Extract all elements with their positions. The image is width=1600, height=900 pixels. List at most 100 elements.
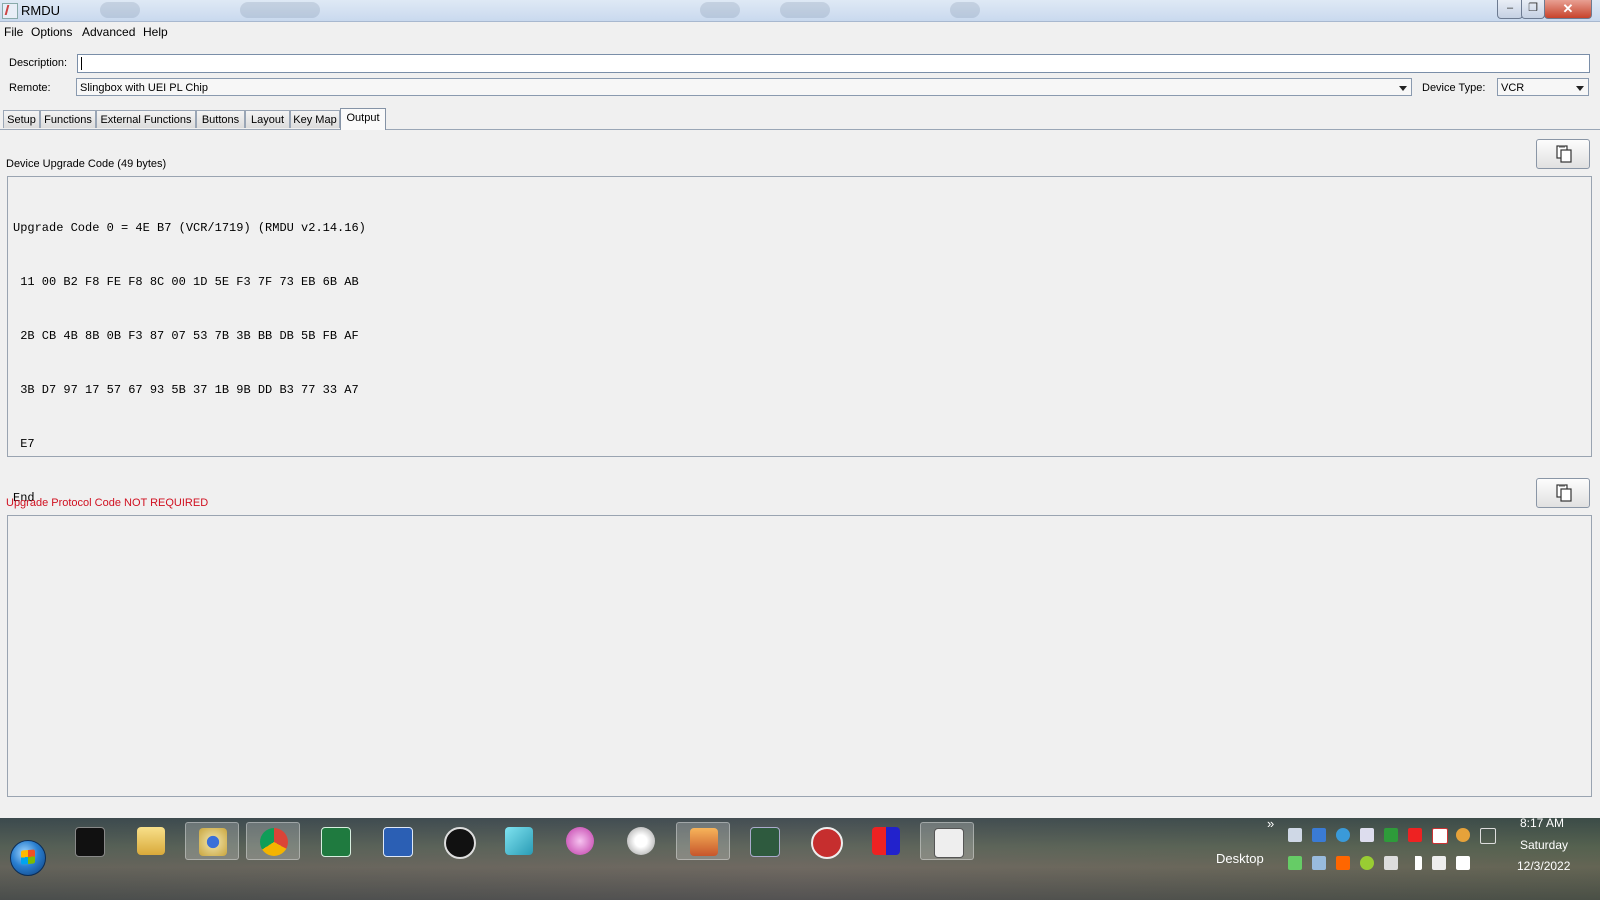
crown-icon (690, 828, 718, 856)
desktop-toolbar-label[interactable]: Desktop (1216, 851, 1264, 866)
tab-key-map[interactable]: Key Map (290, 110, 340, 128)
cmd-icon (75, 827, 105, 857)
excel-icon (321, 827, 351, 857)
taskbar-rmdu[interactable] (920, 822, 974, 860)
minimize-button[interactable]: – (1497, 0, 1523, 19)
tab-buttons[interactable]: Buttons (196, 110, 245, 128)
taskbar: Desktop » 8:17 AM Saturday 12/3/2022 (0, 816, 1600, 900)
copy-icon (1556, 484, 1572, 502)
tab-external-functions[interactable]: External Functions (96, 110, 196, 128)
chevron-down-icon (1576, 86, 1584, 91)
calendar-icon[interactable] (1432, 828, 1448, 844)
code-line: End (13, 491, 35, 505)
tab-setup[interactable]: Setup (3, 110, 40, 128)
copy-icon (1556, 145, 1572, 163)
tray-overflow-icon[interactable]: » (1267, 816, 1274, 831)
flag-icon[interactable] (1456, 856, 1470, 870)
code-line: E7 (13, 437, 35, 451)
dropbox-icon[interactable] (1288, 828, 1302, 842)
printer-icon[interactable] (1312, 856, 1326, 870)
remote-select[interactable]: Slingbox with UEI PL Chip (76, 78, 1412, 96)
monitor-icon (750, 827, 780, 857)
volume-muted-icon[interactable] (1432, 856, 1446, 870)
taskbar-boxes-app[interactable] (859, 822, 913, 860)
code-line: 3B D7 97 17 57 67 93 5B 37 1B 9B DD B3 7… (13, 383, 359, 397)
signal-icon[interactable] (1408, 856, 1422, 870)
close-button[interactable]: ✕ (1544, 0, 1592, 19)
rmdu-icon (934, 828, 964, 858)
word-icon (383, 827, 413, 857)
orange-square-icon[interactable] (1336, 856, 1350, 870)
window-title: RMDU (21, 3, 60, 18)
upgrade-code-text: Upgrade Code 0 = 4E B7 (VCR/1719) (RMDU … (8, 177, 1591, 543)
description-input[interactable] (77, 54, 1590, 73)
upgrade-code-label: Device Upgrade Code (49 bytes) (6, 158, 167, 170)
code-line: Upgrade Code 0 = 4E B7 (VCR/1719) (RMDU … (13, 221, 366, 235)
blur-decoration (780, 2, 830, 18)
app-icon (2, 3, 18, 19)
device-type-select[interactable]: VCR (1497, 78, 1589, 96)
menu-bar: File Options Advanced Help (0, 22, 1600, 41)
taskbar-explorer[interactable] (124, 822, 178, 860)
tab-functions[interactable]: Functions (40, 110, 96, 128)
protocol-code-textarea[interactable] (7, 515, 1592, 797)
taskbar-search-app[interactable] (553, 822, 607, 860)
usb-icon[interactable] (1384, 856, 1398, 870)
tab-output[interactable]: Output (340, 108, 386, 130)
device-type-select-value: VCR (1501, 82, 1525, 94)
protocol-code-label: Upgrade Protocol Code NOT REQUIRED (6, 497, 209, 509)
k-app-icon[interactable] (1408, 828, 1422, 842)
display-icon[interactable] (1360, 828, 1374, 842)
shield-icon[interactable] (1288, 856, 1302, 870)
device-type-label: Device Type: (1422, 82, 1486, 94)
orange-app-icon[interactable] (1456, 828, 1470, 842)
magnifier-icon (566, 827, 594, 855)
plus-icon[interactable] (1480, 828, 1496, 844)
blur-decoration (700, 2, 740, 18)
remote-select-value: Slingbox with UEI PL Chip (80, 82, 208, 94)
chevron-down-icon (1399, 86, 1407, 91)
maximize-button[interactable]: ❐ (1521, 0, 1545, 19)
clock-time[interactable]: 8:17 AM (1520, 816, 1564, 830)
copy-upgrade-code-button[interactable] (1536, 139, 1590, 169)
taskbar-camera[interactable] (185, 822, 239, 860)
clock-day[interactable]: Saturday (1520, 838, 1568, 852)
blur-decoration (240, 2, 320, 18)
menu-help[interactable]: Help (143, 25, 168, 39)
blur-decoration (100, 2, 140, 18)
boxes-icon (872, 827, 900, 855)
copy-protocol-code-button[interactable] (1536, 478, 1590, 508)
menu-options[interactable]: Options (31, 25, 72, 39)
folder-icon (137, 827, 165, 855)
upgrade-code-textarea[interactable]: Upgrade Code 0 = 4E B7 (VCR/1719) (RMDU … (7, 176, 1592, 505)
taskbar-monitor-app[interactable] (737, 822, 791, 860)
taskbar-crown-app[interactable] (676, 822, 730, 860)
code-line: 2B CB 4B 8B 0B F3 87 07 53 7B 3B BB DB 5… (13, 329, 359, 343)
taskbar-word[interactable] (370, 822, 424, 860)
camera-icon (199, 828, 227, 856)
blur-decoration (950, 2, 980, 18)
taskbar-ultraedit[interactable] (431, 822, 485, 860)
speaker-icon (627, 827, 655, 855)
taskbar-cube-app[interactable] (492, 822, 546, 860)
ultraedit-icon (444, 827, 476, 859)
title-bar: RMDU – ❐ ✕ (0, 0, 1600, 22)
sync-icon[interactable] (1336, 828, 1350, 842)
remote-label: Remote: (9, 82, 51, 94)
tab-panel-border (0, 129, 1600, 130)
network-app-icon[interactable] (1312, 828, 1326, 842)
taskbar-vivaldi[interactable] (798, 822, 852, 860)
start-button[interactable] (10, 840, 46, 876)
taskbar-cmd[interactable] (62, 822, 116, 860)
green-app-icon[interactable] (1384, 828, 1398, 842)
taskbar-audio-app[interactable] (614, 822, 668, 860)
tab-layout[interactable]: Layout (245, 110, 290, 128)
text-caret (81, 57, 82, 70)
clock-date[interactable]: 12/3/2022 (1517, 859, 1570, 873)
menu-file[interactable]: File (4, 25, 23, 39)
taskbar-excel[interactable] (308, 822, 362, 860)
windows-logo-icon (21, 849, 35, 865)
menu-advanced[interactable]: Advanced (82, 25, 135, 39)
green-circle-icon[interactable] (1360, 856, 1374, 870)
taskbar-chrome[interactable] (246, 822, 300, 860)
